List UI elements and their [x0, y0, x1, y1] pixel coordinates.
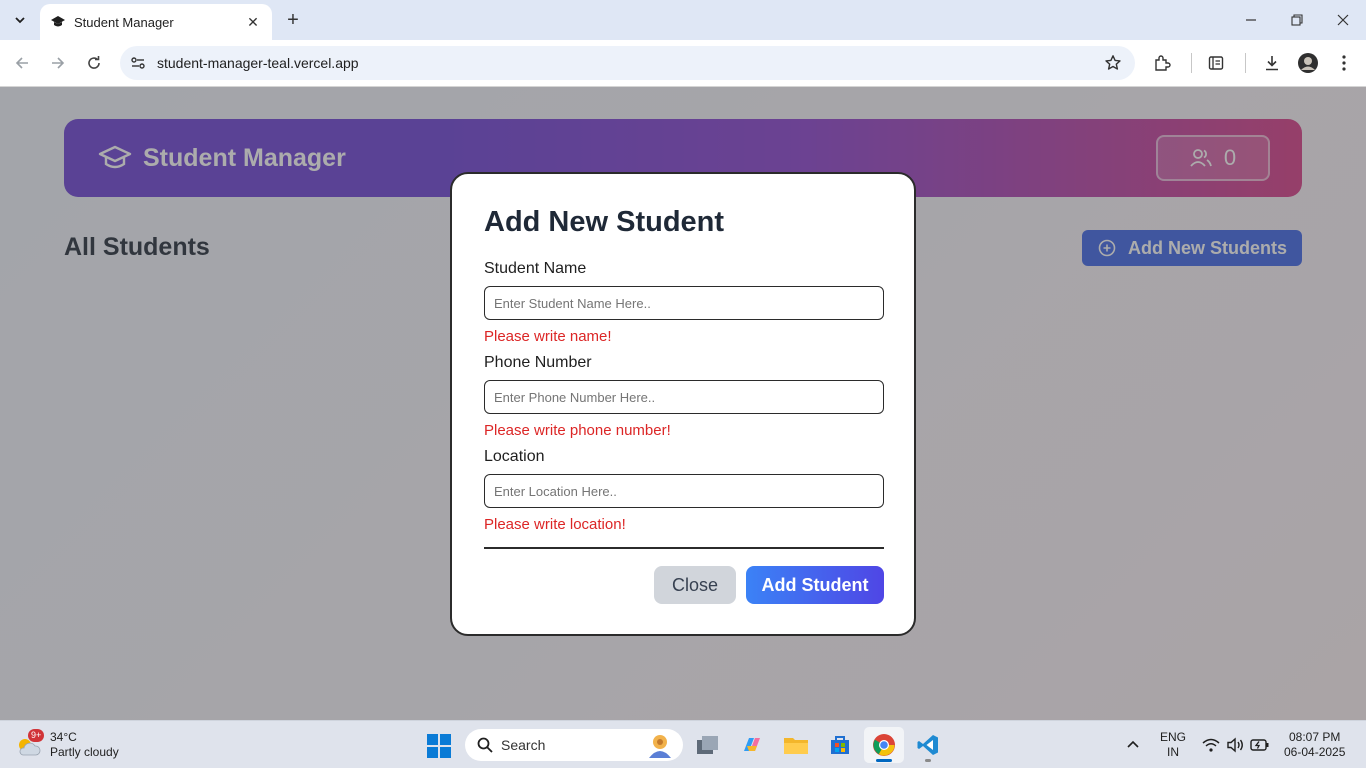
profile-avatar[interactable]	[1294, 49, 1322, 77]
reload-button[interactable]	[80, 49, 108, 77]
toolbar-separator	[1191, 53, 1192, 73]
puzzle-icon	[1155, 55, 1171, 71]
wifi-icon	[1202, 738, 1220, 752]
search-icon	[475, 735, 495, 755]
browser-tab[interactable]: Student Manager ✕	[40, 4, 272, 40]
copilot-icon	[744, 738, 760, 751]
task-view-icon	[697, 736, 718, 754]
side-panel-icon	[1208, 56, 1224, 70]
tab-close-icon[interactable]: ✕	[244, 13, 262, 31]
weather-widget[interactable]: 9+ 34°C Partly cloudy	[14, 727, 119, 763]
add-student-modal: Add New Student Student Name Please writ…	[450, 172, 916, 636]
phone-number-label: Phone Number	[484, 354, 592, 371]
minimize-icon	[1246, 19, 1256, 21]
show-hidden-icons-button[interactable]	[1126, 721, 1140, 768]
vscode-app[interactable]	[908, 727, 948, 763]
avatar-icon	[1298, 53, 1318, 73]
task-view-button[interactable]	[688, 727, 728, 763]
running-app-indicator	[925, 759, 931, 762]
site-info-icon[interactable]	[121, 46, 155, 80]
taskbar-search[interactable]: Search	[465, 729, 683, 761]
toolbar-separator	[1245, 53, 1246, 73]
window-close-button[interactable]	[1320, 0, 1366, 40]
copilot-app[interactable]	[732, 727, 772, 763]
browser-menu-button[interactable]	[1330, 49, 1358, 77]
language-label: ENG	[1160, 730, 1187, 744]
page-content: Student Manager 0 All Students Add New S…	[0, 87, 1366, 720]
search-highlight-icon	[643, 731, 677, 759]
taskbar-search-label: Search	[501, 737, 546, 753]
location-label: Location	[484, 448, 545, 465]
location-input[interactable]	[484, 474, 884, 508]
volume-icon	[1227, 737, 1243, 753]
chrome-app[interactable]	[864, 727, 904, 763]
close-icon	[1337, 14, 1349, 26]
browser-toolbar: student-manager-teal.vercel.app	[0, 40, 1366, 87]
forward-button[interactable]	[44, 49, 72, 77]
microsoft-store-app[interactable]	[820, 727, 860, 763]
downloads-button[interactable]	[1258, 49, 1286, 77]
folder-icon	[784, 738, 808, 754]
arrow-right-icon	[52, 57, 65, 69]
restore-icon	[1291, 14, 1303, 26]
minimize-button[interactable]	[1228, 0, 1274, 40]
extensions-button[interactable]	[1148, 49, 1176, 77]
clock-date: 06-04-2025	[1284, 745, 1346, 759]
vscode-icon	[917, 735, 938, 755]
add-student-button[interactable]: Add Student	[746, 566, 884, 604]
student-name-input[interactable]	[484, 286, 884, 320]
location-error: Please write location!	[484, 516, 626, 533]
bookmark-star-icon[interactable]	[1103, 53, 1123, 73]
taskbar: 9+ 34°C Partly cloudy Search ENG IN 08:0…	[0, 720, 1366, 768]
partly-cloudy-icon: 9+	[14, 729, 45, 759]
modal-title: Add New Student	[484, 206, 725, 238]
language-indicator[interactable]: ENG IN	[1160, 721, 1186, 768]
tab-search-button[interactable]	[6, 6, 34, 34]
chevron-down-icon	[15, 17, 25, 24]
student-name-error: Please write name!	[484, 328, 612, 345]
address-bar[interactable]: student-manager-teal.vercel.app	[120, 46, 1135, 80]
reading-list-button[interactable]	[1202, 49, 1230, 77]
reload-icon	[88, 56, 100, 69]
store-icon	[831, 736, 849, 754]
file-explorer-app[interactable]	[776, 727, 816, 763]
weather-description: Partly cloudy	[50, 745, 119, 759]
active-app-indicator	[876, 759, 892, 762]
back-button[interactable]	[8, 49, 36, 77]
student-name-label: Student Name	[484, 260, 587, 277]
network-volume-battery-button[interactable]	[1202, 721, 1270, 768]
new-tab-button[interactable]: +	[280, 7, 306, 33]
arrow-left-icon	[15, 57, 28, 69]
weather-notification-badge: 9+	[28, 729, 45, 742]
modal-divider	[484, 547, 884, 549]
browser-titlebar: Student Manager ✕ +	[0, 0, 1366, 40]
close-button[interactable]: Close	[654, 566, 736, 604]
graduation-cap-favicon-icon	[50, 14, 66, 30]
windows-logo-icon	[427, 734, 451, 758]
download-icon	[1266, 56, 1278, 71]
url-text: student-manager-teal.vercel.app	[157, 55, 359, 71]
phone-number-error: Please write phone number!	[484, 422, 671, 439]
clock-time: 08:07 PM	[1289, 730, 1341, 744]
phone-number-input[interactable]	[484, 380, 884, 414]
more-vertical-icon	[1342, 55, 1346, 71]
clock[interactable]: 08:07 PM 06-04-2025	[1284, 721, 1345, 768]
restore-button[interactable]	[1274, 0, 1320, 40]
chrome-icon	[873, 734, 895, 756]
region-label: IN	[1167, 745, 1179, 759]
chevron-up-icon	[1127, 740, 1139, 748]
windows-start-button[interactable]	[426, 733, 452, 759]
tab-title: Student Manager	[74, 14, 174, 30]
weather-temperature: 34°C	[50, 730, 77, 744]
battery-charging-icon	[1250, 739, 1269, 751]
